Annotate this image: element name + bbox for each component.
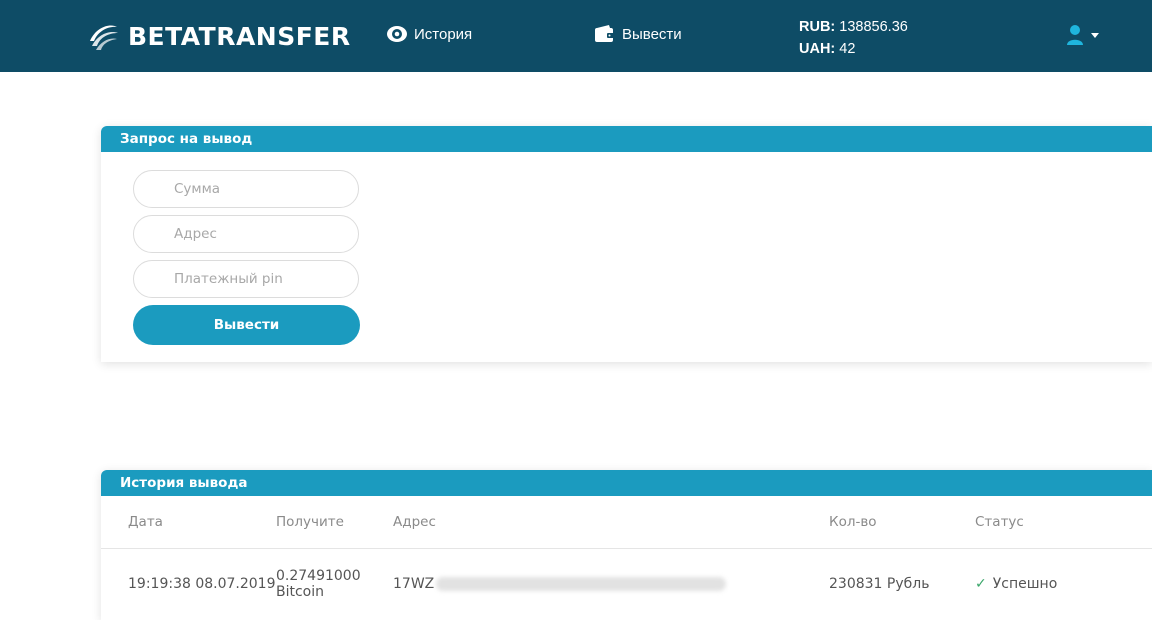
row-status-label: Успешно (992, 576, 1058, 592)
column-date: Дата (101, 496, 276, 549)
amount-input[interactable] (133, 170, 359, 208)
nav-history-label: История (414, 25, 473, 43)
history-table: Дата Получите Адрес Кол-во Статус 19:19:… (101, 496, 1152, 619)
row-receive-amount: 0.27491000 (276, 568, 361, 584)
withdraw-history-card: История вывода Дата Получите Адрес Кол-в… (101, 470, 1152, 620)
eye-icon (387, 26, 407, 42)
wallet-icon (595, 25, 614, 42)
withdraw-request-card: Запрос на вывод Вывести (101, 126, 1152, 362)
row-address: 17WZ (393, 549, 829, 620)
brand-logo[interactable]: BETATRANSFER (86, 18, 351, 54)
row-receive-currency: Bitcoin (276, 584, 325, 600)
payment-pin-input[interactable] (133, 260, 359, 298)
withdraw-submit-button[interactable]: Вывести (133, 305, 360, 345)
chevron-down-icon (1091, 32, 1099, 38)
row-address-prefix: 17WZ (393, 576, 435, 592)
balance-rub: RUB: 138856.36 (799, 19, 908, 35)
user-icon (1067, 25, 1083, 45)
row-status: ✓ Успешно (975, 549, 1152, 620)
user-menu[interactable] (1066, 24, 1099, 46)
brand-name: BETATRANSFER (128, 21, 351, 51)
table-header-row: Дата Получите Адрес Кол-во Статус (101, 496, 1152, 549)
brand-logo-icon (90, 25, 118, 50)
history-card-title: История вывода (101, 470, 1152, 496)
row-date: 19:19:38 08.07.2019 (128, 576, 276, 592)
nav-history[interactable]: История (386, 24, 472, 44)
column-status: Статус (975, 496, 1152, 549)
row-receive: 0.27491000 Bitcoin (276, 549, 393, 620)
nav-withdraw[interactable]: Вывести (594, 24, 682, 44)
address-redacted (436, 577, 727, 591)
address-input[interactable] (133, 215, 359, 253)
table-row: 19:19:38 08.07.2019 0.27491000 Bitcoin 1… (101, 549, 1152, 620)
column-quantity: Кол-во (829, 496, 975, 549)
column-receive: Получите (276, 496, 393, 549)
top-navbar: BETATRANSFER История Вывести RUB: 138856… (0, 0, 1152, 72)
column-address: Адрес (393, 496, 829, 549)
nav-withdraw-label: Вывести (622, 25, 682, 43)
balance-uah: UAH: 42 (799, 41, 856, 57)
balances: RUB: 138856.36 UAH: 42 (799, 16, 908, 60)
row-quantity: 230831 Рубль (829, 576, 930, 592)
withdraw-card-title: Запрос на вывод (101, 126, 1152, 152)
checkmark-icon: ✓ (975, 576, 987, 592)
